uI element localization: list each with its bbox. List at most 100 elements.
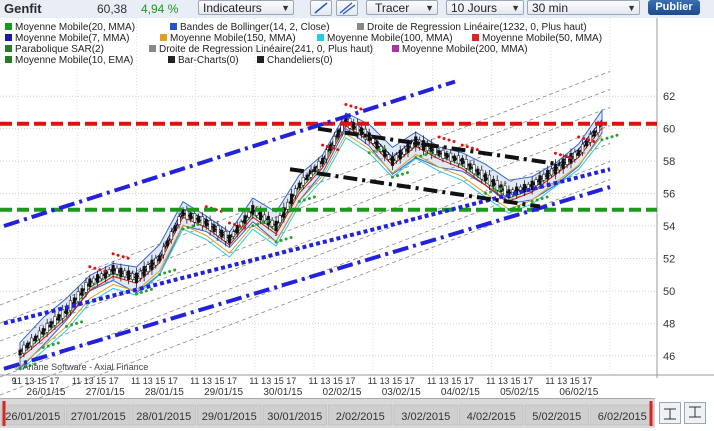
sar-dot <box>98 268 102 272</box>
candle-body <box>259 210 263 220</box>
indicators-dropdown[interactable]: Indicateurs ▼ <box>198 0 294 15</box>
candle-body <box>111 265 115 275</box>
legend-swatch <box>168 56 175 63</box>
x-hour-labels: 11 13 15 17 <box>486 376 533 386</box>
legend-label: Droite de Regression Linéaire(1232, 0, P… <box>367 22 587 33</box>
draw-channel-icon[interactable] <box>336 0 358 16</box>
candle-body <box>453 155 457 162</box>
candle-body <box>33 335 38 342</box>
legend-item: Bandes de Bollinger(14, 2, Close) <box>170 22 330 33</box>
sar-dot <box>274 240 278 244</box>
legend-item: Moyenne Mobile(150, MMA) <box>160 33 296 44</box>
candle-body <box>200 216 204 226</box>
candle-body <box>553 163 557 175</box>
candle-body <box>491 178 495 187</box>
x-hour-labels: 11 13 15 17 <box>13 376 60 386</box>
sar-dot <box>395 174 399 178</box>
candle-body <box>216 225 220 237</box>
sar-dot <box>284 237 288 241</box>
interval-select[interactable]: 30 min ▼ <box>527 0 640 15</box>
sar-dot <box>452 140 456 143</box>
draw-line-icon[interactable] <box>310 0 332 16</box>
sar-dot <box>251 224 255 228</box>
candle-body <box>61 309 65 319</box>
candle-body <box>592 130 596 137</box>
sar-dot <box>592 140 596 143</box>
candle-body <box>464 159 468 169</box>
candle-body <box>154 257 158 266</box>
candle-body <box>262 214 266 222</box>
scroll-day-label: 3/02/2015 <box>401 411 450 423</box>
candle-body <box>162 246 166 256</box>
zoom-in-icon[interactable] <box>659 402 681 424</box>
legend-item: Droite de Regression Linéaire(241, 0, Pl… <box>149 44 373 55</box>
candle-body <box>550 168 554 176</box>
sar-dot <box>470 146 474 150</box>
candle-body <box>290 193 294 205</box>
chevron-down-icon: ▼ <box>627 3 636 13</box>
sar-dot <box>372 149 376 153</box>
sar-dot <box>367 151 371 155</box>
sar-dot <box>437 135 441 139</box>
candle-body <box>107 269 111 275</box>
legend-label: Moyenne Mobile(200, MMA) <box>402 44 528 55</box>
x-day-label: 30/01/15 <box>263 387 302 398</box>
sar-dot <box>134 292 138 296</box>
candle-body <box>115 267 119 275</box>
zoom-out-icon[interactable] <box>684 402 706 424</box>
candle-body <box>80 288 84 296</box>
x-hour-labels: 11 13 15 17 <box>249 376 296 386</box>
trace-dropdown[interactable]: Tracer ▼ <box>366 0 438 15</box>
sar-dot <box>568 156 572 160</box>
sar-dot <box>414 156 418 160</box>
date-scrollbar[interactable]: 26/01/2015 27/01/2015 28/01/2015 29/01/2015… <box>0 398 655 428</box>
candle-body <box>45 323 49 333</box>
candle-body <box>472 164 476 174</box>
sar-dot <box>475 148 479 152</box>
sar-dot <box>70 323 74 327</box>
sar-dot <box>558 153 562 157</box>
sar-dot <box>465 145 469 149</box>
candle-body <box>278 215 282 223</box>
legend-item: Bar-Charts(0) <box>168 55 239 66</box>
period-select[interactable]: 10 Jours ▼ <box>446 0 524 15</box>
sar-dot <box>336 148 340 152</box>
candle-body <box>561 158 565 170</box>
sar-dot <box>615 133 619 137</box>
sar-dot <box>349 104 353 108</box>
scroll-day-label: 27/01/2015 <box>71 411 126 423</box>
sar-dot <box>326 145 330 149</box>
candle-body <box>134 272 138 284</box>
sar-dot <box>331 146 335 150</box>
sar-dot <box>507 208 511 212</box>
candle-body <box>231 231 235 237</box>
x-day-label: 26/01/15 <box>27 387 66 398</box>
sar-dot <box>359 107 363 111</box>
sar-dot <box>103 269 107 273</box>
candle-body <box>96 274 100 283</box>
candle-body <box>41 328 45 335</box>
sar-dot <box>344 103 348 107</box>
chevron-down-icon: ▼ <box>281 3 290 13</box>
candle-body <box>371 138 375 144</box>
legend-swatch <box>317 34 324 41</box>
candle-body <box>204 219 208 227</box>
sar-dot <box>51 342 55 346</box>
sar-dot <box>243 225 247 229</box>
candle-body <box>274 220 278 232</box>
publish-button[interactable]: Publier <box>648 0 700 15</box>
candle-body <box>193 213 197 223</box>
candle-body <box>332 136 336 146</box>
candle-body <box>196 216 201 223</box>
sar-dot <box>517 205 521 209</box>
y-tick-label: 58 <box>663 156 675 168</box>
sar-dot <box>545 195 549 199</box>
toolbar: Genfit 60,38 4,94 % Indicateurs ▼ Tracer ▼… <box>0 0 714 19</box>
candle-body <box>468 163 472 170</box>
x-hour-labels: 11 13 15 17 <box>131 376 178 386</box>
legend-label: Moyenne Mobile(150, MMA) <box>170 33 296 44</box>
sar-dot <box>312 195 316 199</box>
price-change: 4,94 % <box>141 2 179 16</box>
candle-body <box>165 240 169 247</box>
candle-body <box>68 300 72 312</box>
